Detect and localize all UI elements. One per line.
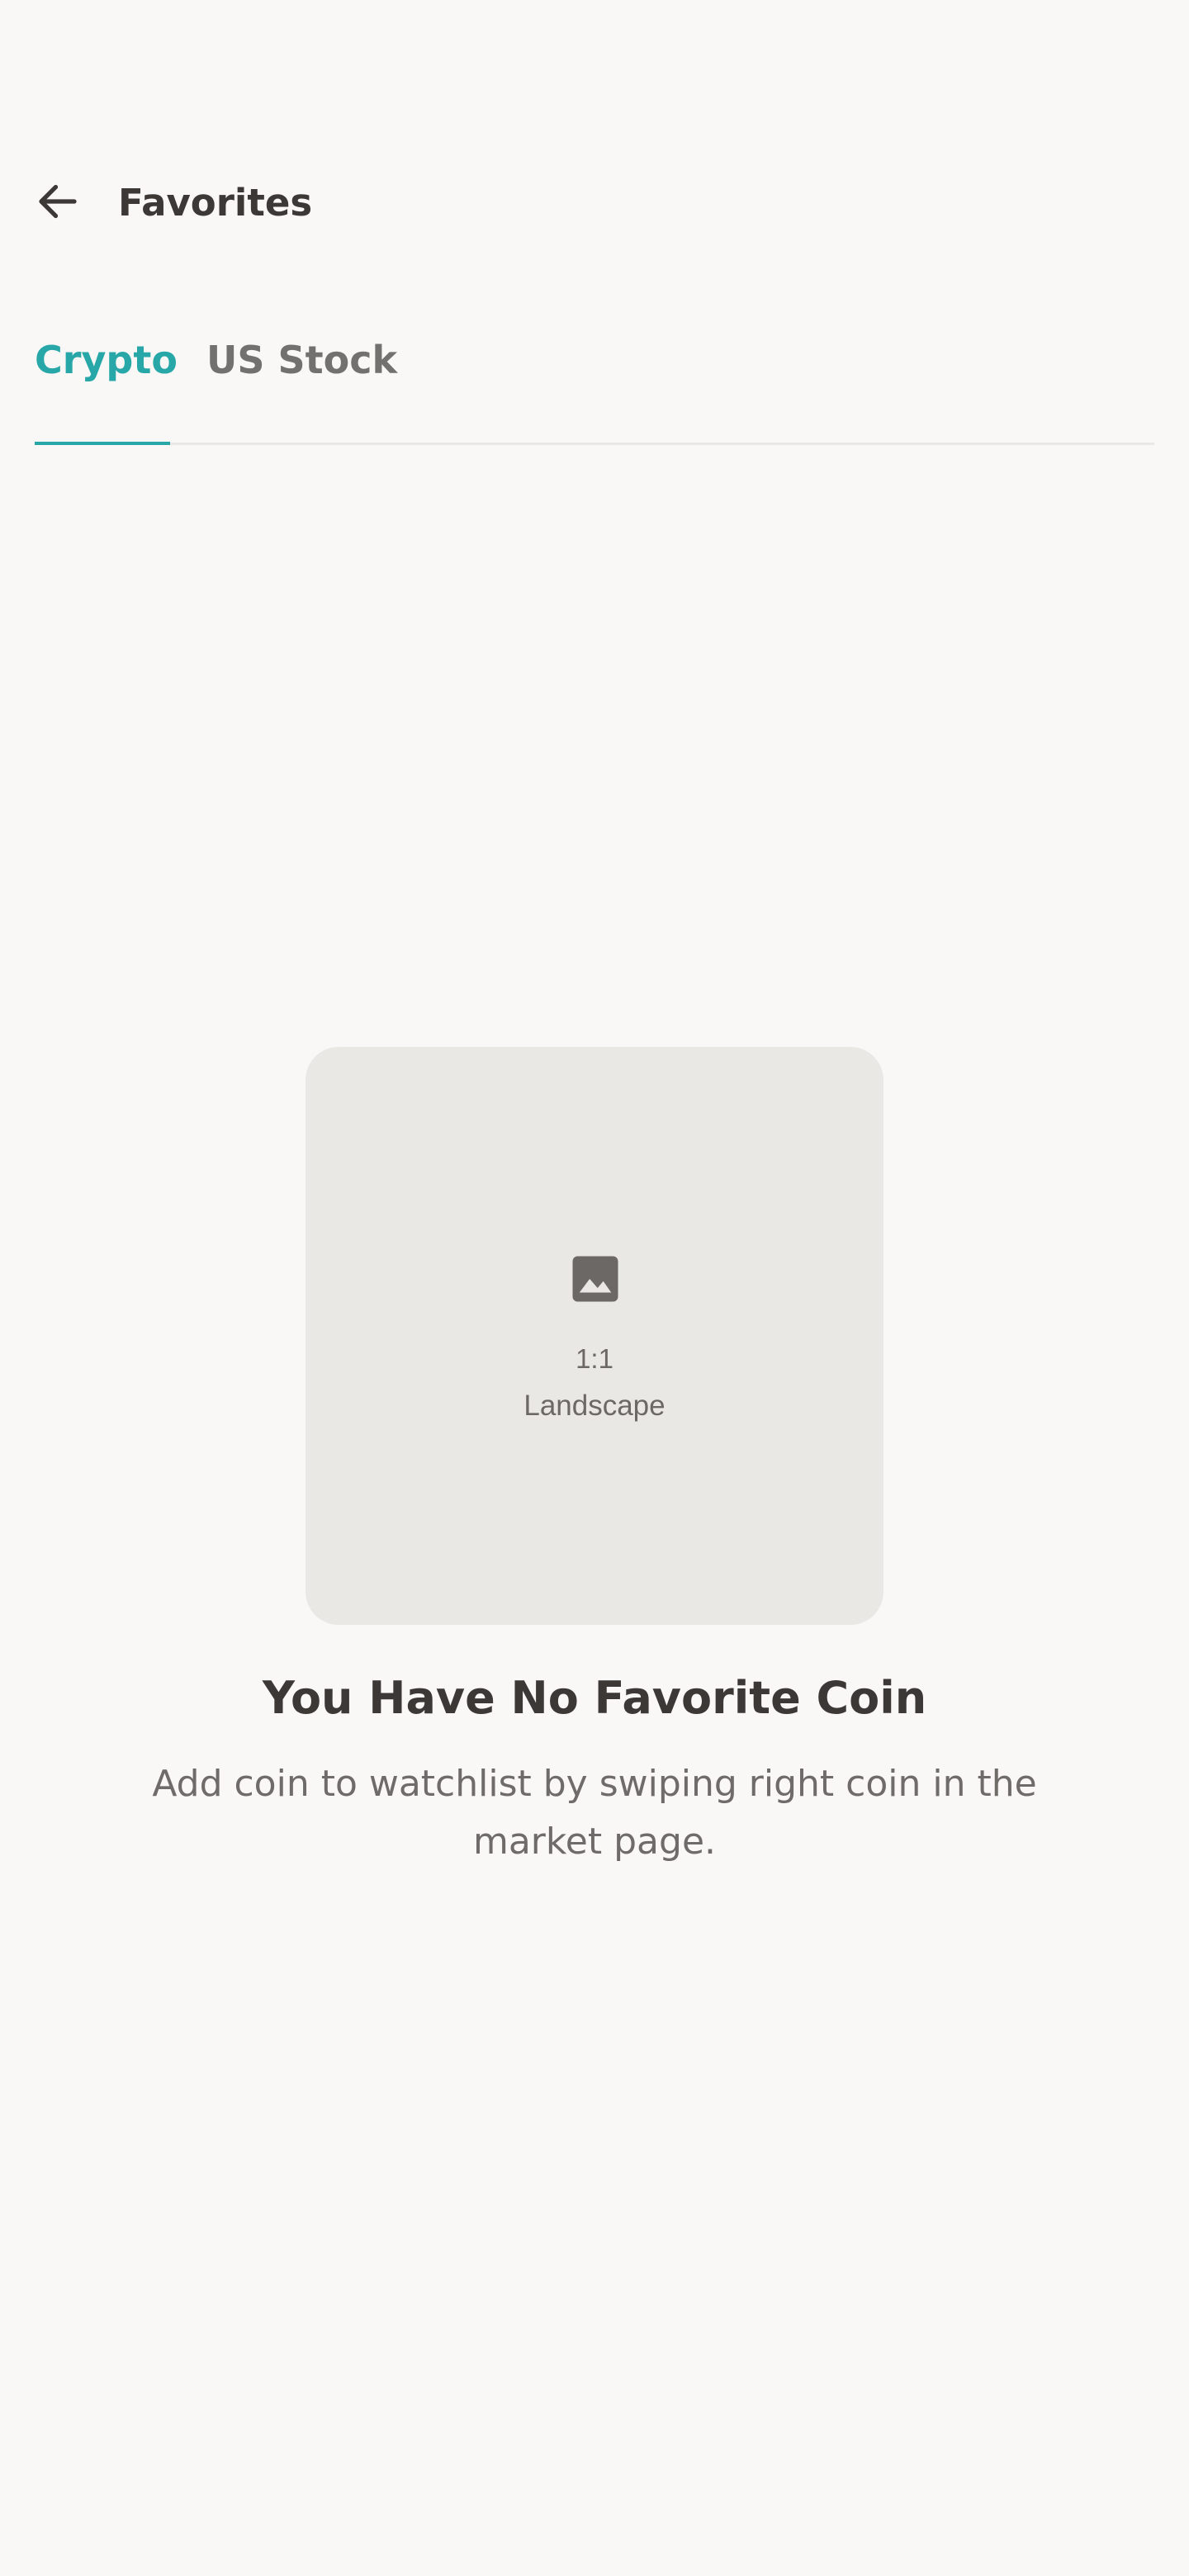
- top-app-bar: Favorites: [0, 157, 1189, 248]
- arrow-left-icon: [39, 184, 77, 219]
- page-title: Favorites: [118, 181, 313, 225]
- image-orientation-label: Landscape: [523, 1390, 666, 1422]
- tab-crypto[interactable]: Crypto: [35, 335, 178, 385]
- tab-bar: Crypto US Stock: [35, 322, 1154, 445]
- image-ratio-label: 1:1: [576, 1343, 613, 1374]
- back-button[interactable]: [25, 175, 91, 228]
- image-icon: [572, 1256, 618, 1302]
- empty-state-title: You Have No Favorite Coin: [262, 1672, 927, 1724]
- tab-us-stock[interactable]: US Stock: [206, 335, 397, 385]
- empty-state-description: Add coin to watchlist by swiping right c…: [152, 1763, 1037, 1863]
- empty-state-image-placeholder: 1:1 Landscape: [306, 1047, 883, 1625]
- active-tab-indicator: [35, 442, 170, 445]
